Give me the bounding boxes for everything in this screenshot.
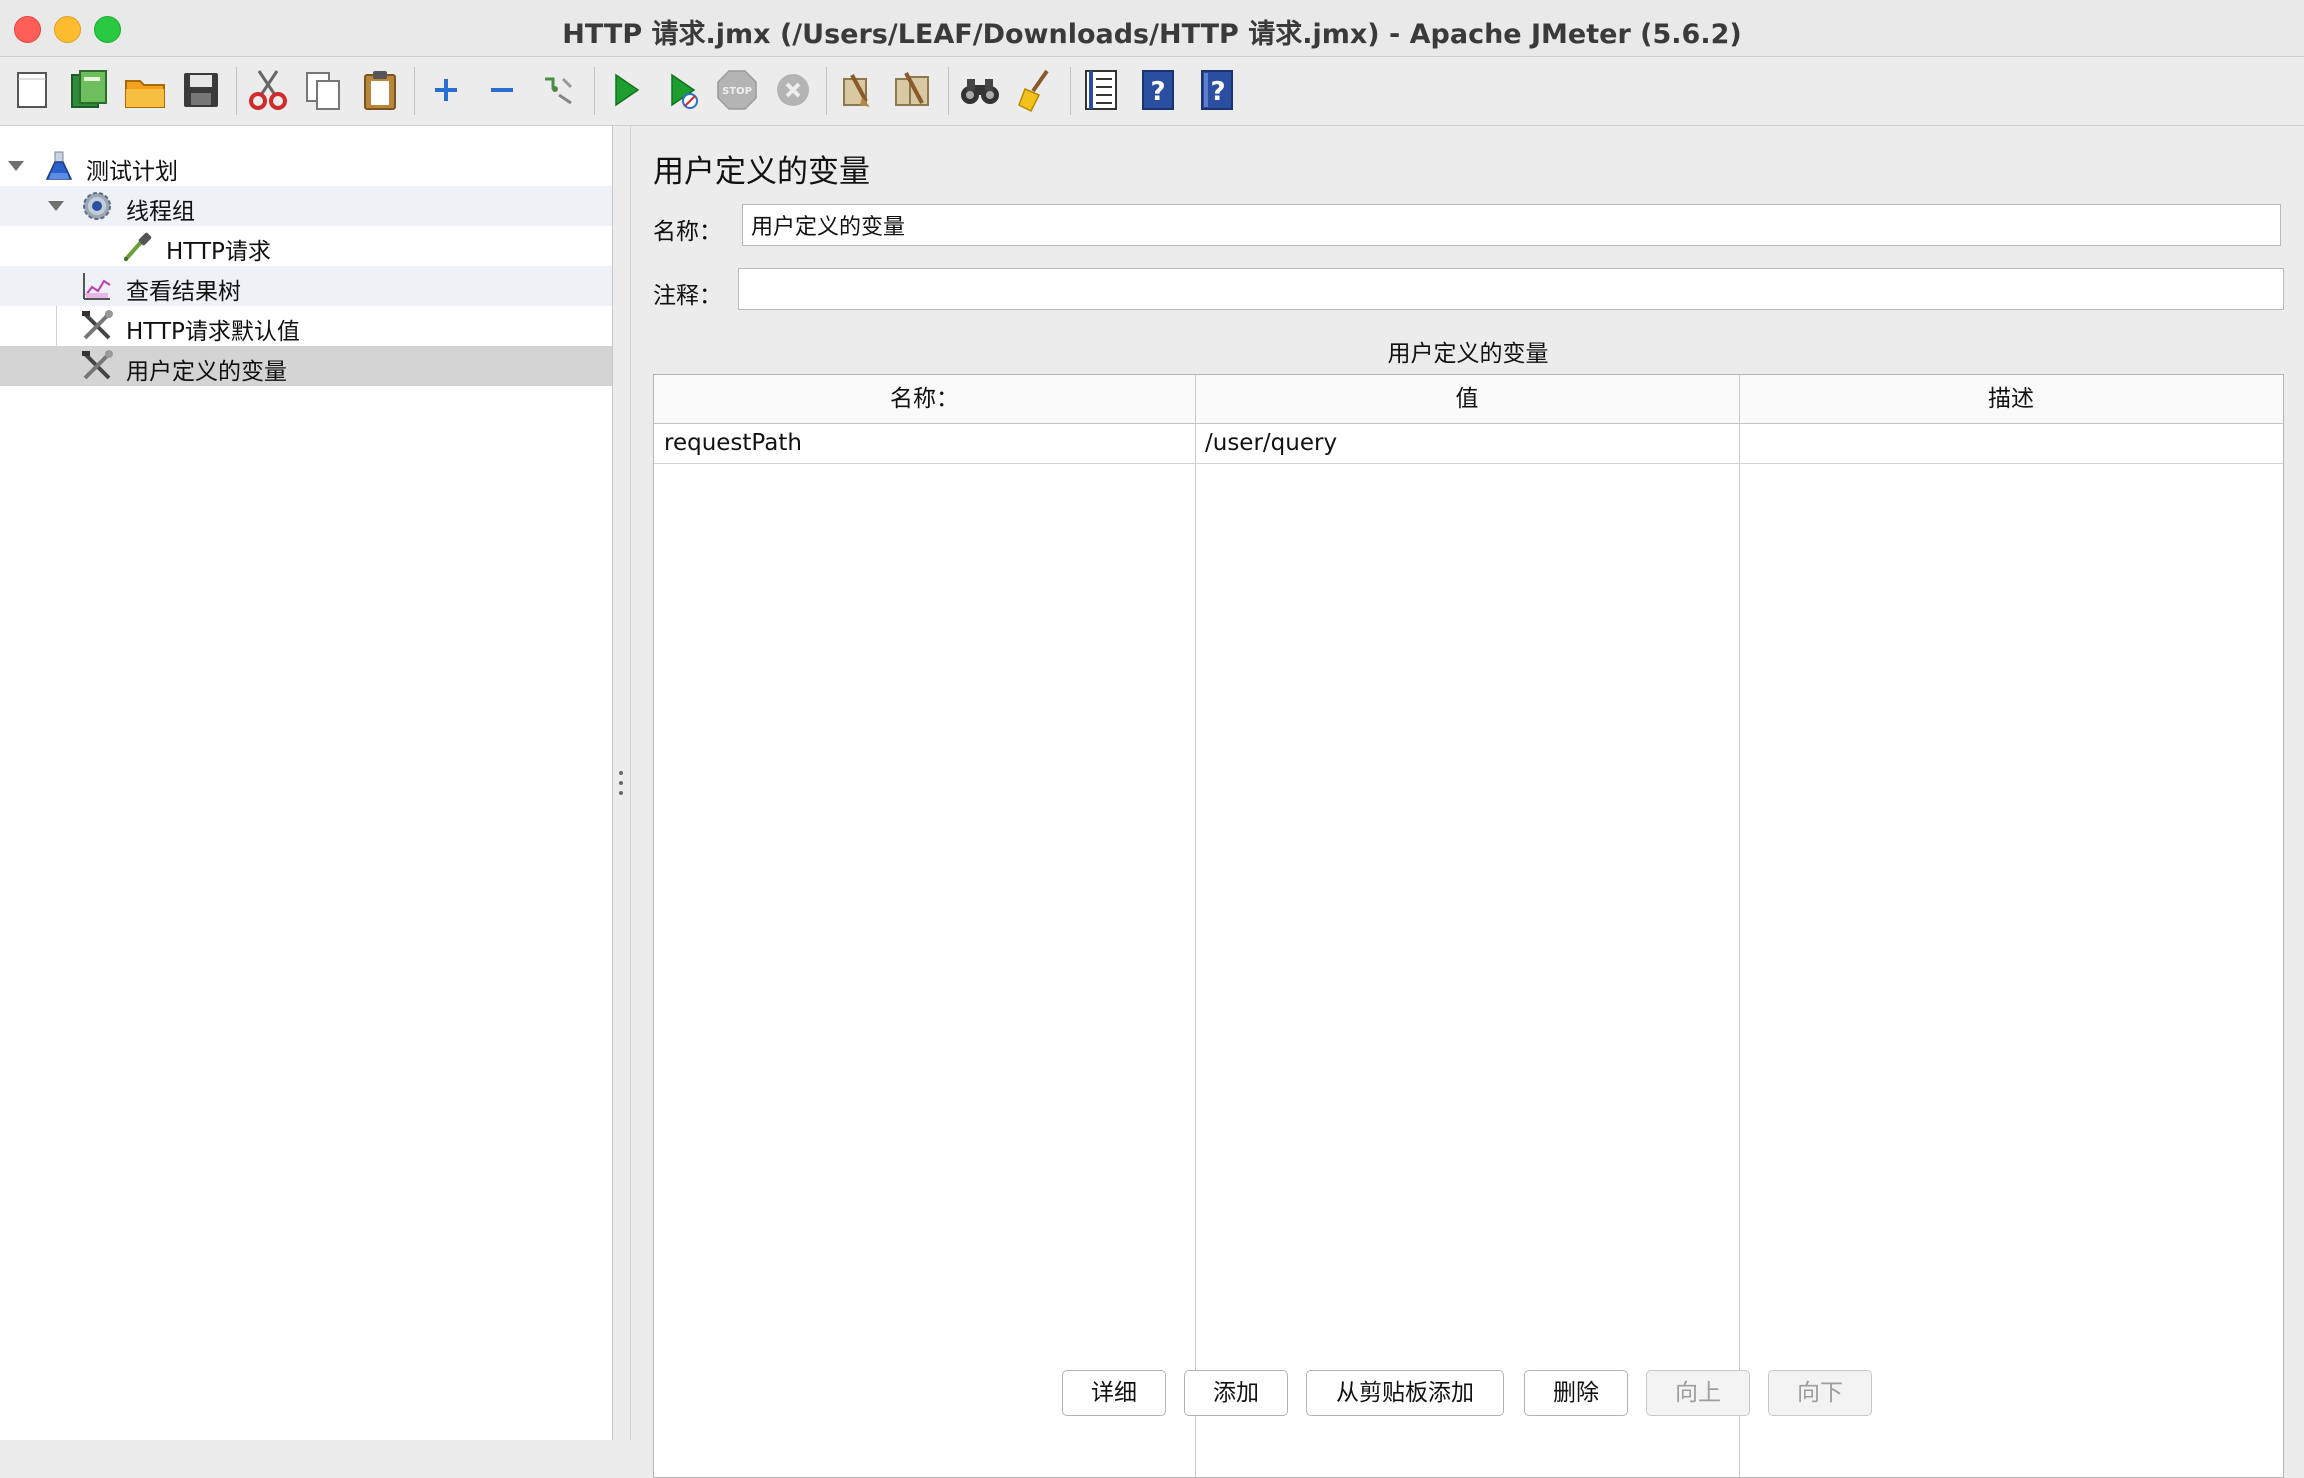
reset-search-icon[interactable] — [1011, 65, 1061, 115]
tree-node-http-request[interactable]: HTTP请求 — [0, 226, 612, 266]
detail-button[interactable]: 详细 — [1062, 1370, 1166, 1416]
expand-arrow-icon[interactable] — [6, 156, 26, 176]
clear-icon[interactable] — [832, 65, 882, 115]
tree-node-user-defined-variables[interactable]: 用户定义的变量 — [0, 346, 612, 386]
svg-text:?: ? — [1210, 77, 1225, 107]
open-icon[interactable] — [120, 65, 170, 115]
pipette-icon — [120, 229, 154, 263]
move-down-button[interactable]: 向下 — [1768, 1370, 1872, 1416]
toolbar: STOP ? ? — [0, 57, 2304, 126]
comment-label: 注释： — [653, 283, 722, 309]
tools-icon — [80, 349, 114, 383]
table-caption: 用户定义的变量 — [1387, 341, 1549, 367]
help-icon[interactable]: ? — [1133, 65, 1183, 115]
comment-field[interactable] — [738, 268, 2284, 310]
panel-title: 用户定义的变量 — [653, 154, 870, 190]
clear-all-icon[interactable] — [888, 65, 938, 115]
tree-node-label: HTTP请求默认值 — [126, 319, 300, 345]
cell-description[interactable] — [1739, 423, 2283, 463]
collapse-icon[interactable] — [477, 65, 527, 115]
tree-node-label: 用户定义的变量 — [126, 359, 287, 385]
toggle-icon[interactable] — [533, 65, 583, 115]
shutdown-icon[interactable] — [768, 65, 818, 115]
svg-text:STOP: STOP — [722, 86, 752, 97]
search-icon[interactable] — [955, 65, 1005, 115]
start-no-pauses-icon[interactable] — [656, 65, 706, 115]
tree-node-label: 线程组 — [126, 199, 195, 225]
tree-node-test-plan[interactable]: 测试计划 — [0, 146, 612, 186]
cell-name[interactable]: requestPath — [654, 423, 1195, 463]
element-editor-panel: 用户定义的变量 名称： 注释： 用户定义的变量 名称： 值 描述 request… — [631, 126, 2304, 1478]
expand-icon[interactable] — [421, 65, 471, 115]
templates-icon[interactable] — [64, 65, 114, 115]
save-icon[interactable] — [176, 65, 226, 115]
tools-icon — [80, 309, 114, 343]
copy-icon[interactable] — [299, 65, 349, 115]
table-header: 名称： 值 描述 — [654, 375, 2283, 424]
add-from-clipboard-button[interactable]: 从剪贴板添加 — [1306, 1370, 1504, 1416]
paste-icon[interactable] — [355, 65, 405, 115]
tree-node-label: 查看结果树 — [126, 279, 241, 305]
variables-table[interactable]: 名称： 值 描述 requestPath /user/query — [653, 374, 2284, 1478]
move-up-button[interactable]: 向上 — [1646, 1370, 1750, 1416]
start-icon[interactable] — [600, 65, 650, 115]
function-helper-icon[interactable] — [1076, 65, 1126, 115]
name-label: 名称： — [653, 219, 722, 245]
expand-arrow-icon[interactable] — [46, 196, 66, 216]
column-header-description[interactable]: 描述 — [1739, 375, 2283, 423]
table-row[interactable]: requestPath /user/query — [654, 423, 2283, 464]
stop-icon[interactable]: STOP — [712, 65, 762, 115]
title-bar: HTTP 请求.jmx (/Users/LEAF/Downloads/HTTP … — [0, 0, 2304, 57]
about-icon[interactable]: ? — [1192, 65, 1242, 115]
cut-icon[interactable] — [243, 65, 293, 115]
split-pane-divider[interactable] — [613, 126, 631, 1440]
tree-node-thread-group[interactable]: 线程组 — [0, 186, 612, 226]
tree-node-label: 测试计划 — [86, 159, 178, 185]
tree-node-view-results-tree[interactable]: 查看结果树 — [0, 266, 612, 306]
flask-icon — [42, 149, 76, 183]
svg-text:?: ? — [1150, 77, 1165, 107]
name-field[interactable] — [742, 204, 2281, 246]
column-header-name[interactable]: 名称： — [654, 375, 1195, 423]
delete-button[interactable]: 删除 — [1524, 1370, 1628, 1416]
gear-icon — [80, 189, 114, 223]
cell-value[interactable]: /user/query — [1195, 423, 1739, 463]
new-icon[interactable] — [8, 65, 58, 115]
add-button[interactable]: 添加 — [1184, 1370, 1288, 1416]
test-plan-tree: 测试计划 线程组 HTTP请求 查看结果树 HTTP请求默认值 用户定义的变量 — [0, 126, 613, 1440]
column-header-value[interactable]: 值 — [1195, 375, 1739, 423]
graph-icon — [80, 269, 114, 303]
tree-node-http-defaults[interactable]: HTTP请求默认值 — [0, 306, 612, 346]
window-title: HTTP 请求.jmx (/Users/LEAF/Downloads/HTTP … — [562, 19, 1742, 50]
tree-node-label: HTTP请求 — [166, 239, 271, 265]
